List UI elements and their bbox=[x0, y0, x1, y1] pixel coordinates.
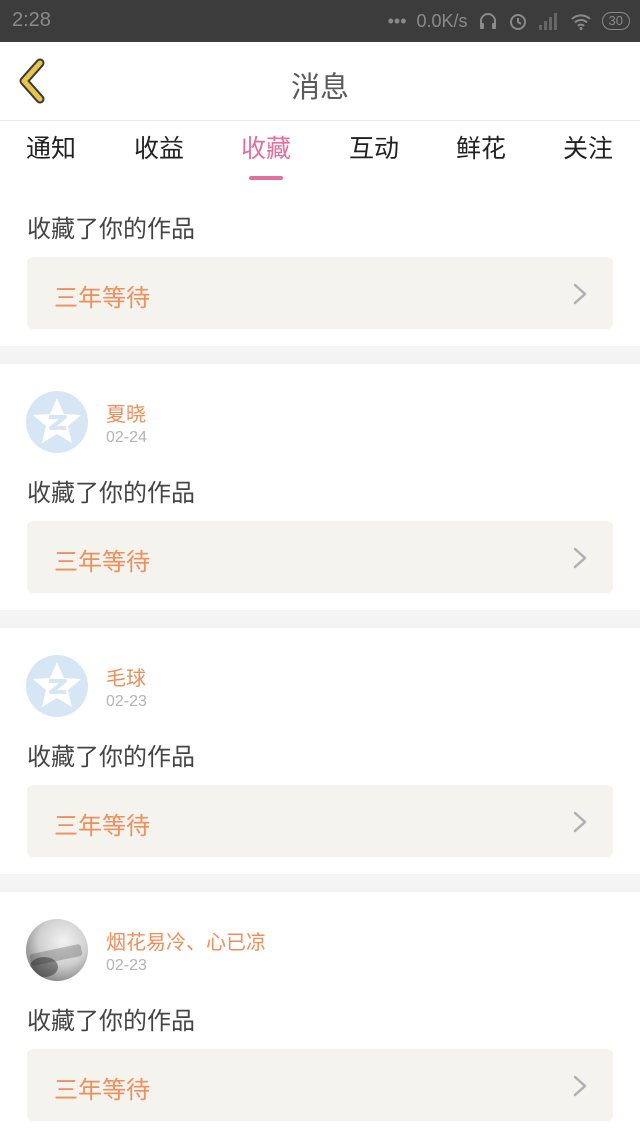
card-divider bbox=[0, 346, 640, 364]
work-title: 三年等待 bbox=[54, 548, 150, 576]
header-bar: 消息 bbox=[0, 42, 640, 121]
work-link[interactable]: 三年等待 bbox=[27, 257, 613, 329]
message-text: 收藏了你的作品 bbox=[27, 479, 195, 507]
chevron-right-icon bbox=[573, 811, 587, 833]
status-icons: ••• 0.0K/s 30 bbox=[388, 9, 630, 33]
message-card: 收藏了你的作品 三年等待 bbox=[0, 181, 640, 346]
tab-label: 通知 bbox=[25, 134, 76, 163]
alarm-icon bbox=[509, 14, 526, 30]
tab-label: 收益 bbox=[133, 134, 184, 163]
work-title: 三年等待 bbox=[54, 812, 150, 840]
chevron-right-icon bbox=[573, 1075, 587, 1097]
battery-icon: 30 bbox=[601, 12, 630, 30]
tab-following[interactable]: 关注 bbox=[538, 129, 638, 165]
work-title: 三年等待 bbox=[54, 284, 150, 312]
message-date: 02-23 bbox=[106, 693, 147, 710]
card-divider bbox=[0, 874, 640, 892]
tab-label: 关注 bbox=[562, 134, 613, 163]
tab-label: 互动 bbox=[348, 134, 399, 163]
chevron-right-icon bbox=[573, 547, 587, 569]
network-speed: 0.0K/s bbox=[416, 10, 468, 31]
more-dots: ••• bbox=[387, 10, 407, 31]
headphones-icon bbox=[479, 13, 496, 29]
photo-avatar-icon bbox=[29, 944, 83, 977]
user-name[interactable]: 烟花易冷、心已凉 bbox=[106, 926, 266, 955]
message-text: 收藏了你的作品 bbox=[27, 1007, 195, 1035]
message-card: 夏晓 02-24 收藏了你的作品 三年等待 bbox=[0, 364, 640, 610]
tab-earnings[interactable]: 收益 bbox=[109, 129, 209, 165]
message-date: 02-24 bbox=[106, 429, 147, 446]
active-tab-indicator bbox=[249, 176, 283, 180]
card-divider bbox=[0, 610, 640, 628]
default-avatar-icon bbox=[33, 398, 81, 443]
page-title: 消息 bbox=[290, 70, 349, 104]
signal-icon bbox=[538, 13, 557, 30]
message-text: 收藏了你的作品 bbox=[27, 215, 195, 243]
status-time: 2:28 bbox=[12, 9, 51, 31]
tab-flowers[interactable]: 鲜花 bbox=[431, 129, 531, 165]
default-avatar-icon bbox=[33, 662, 81, 707]
status-bar: 2:28 ••• 0.0K/s 30 bbox=[0, 0, 640, 42]
message-card: 烟花易冷、心已凉 02-23 收藏了你的作品 三年等待 bbox=[0, 892, 640, 1138]
work-title: 三年等待 bbox=[54, 1076, 150, 1104]
avatar[interactable] bbox=[26, 655, 88, 717]
wifi-icon bbox=[570, 14, 591, 30]
message-card: 毛球 02-23 收藏了你的作品 三年等待 bbox=[0, 628, 640, 874]
tab-interactions[interactable]: 互动 bbox=[324, 129, 424, 165]
work-link[interactable]: 三年等待 bbox=[27, 785, 613, 857]
work-link[interactable]: 三年等待 bbox=[27, 1049, 613, 1121]
message-date: 02-23 bbox=[106, 957, 147, 974]
tab-label: 收藏 bbox=[240, 134, 291, 163]
avatar[interactable] bbox=[26, 391, 88, 453]
avatar[interactable] bbox=[26, 919, 88, 981]
user-name[interactable]: 夏晓 bbox=[106, 398, 146, 427]
user-name[interactable]: 毛球 bbox=[106, 662, 146, 691]
tab-favorites[interactable]: 收藏 bbox=[216, 129, 316, 180]
work-link[interactable]: 三年等待 bbox=[27, 521, 613, 593]
chevron-right-icon bbox=[573, 283, 587, 305]
tab-bar: 通知 收益 收藏 互动 鲜花 关注 bbox=[0, 121, 640, 181]
message-text: 收藏了你的作品 bbox=[27, 743, 195, 771]
tab-label: 鲜花 bbox=[455, 134, 506, 163]
tab-notifications[interactable]: 通知 bbox=[1, 129, 101, 165]
